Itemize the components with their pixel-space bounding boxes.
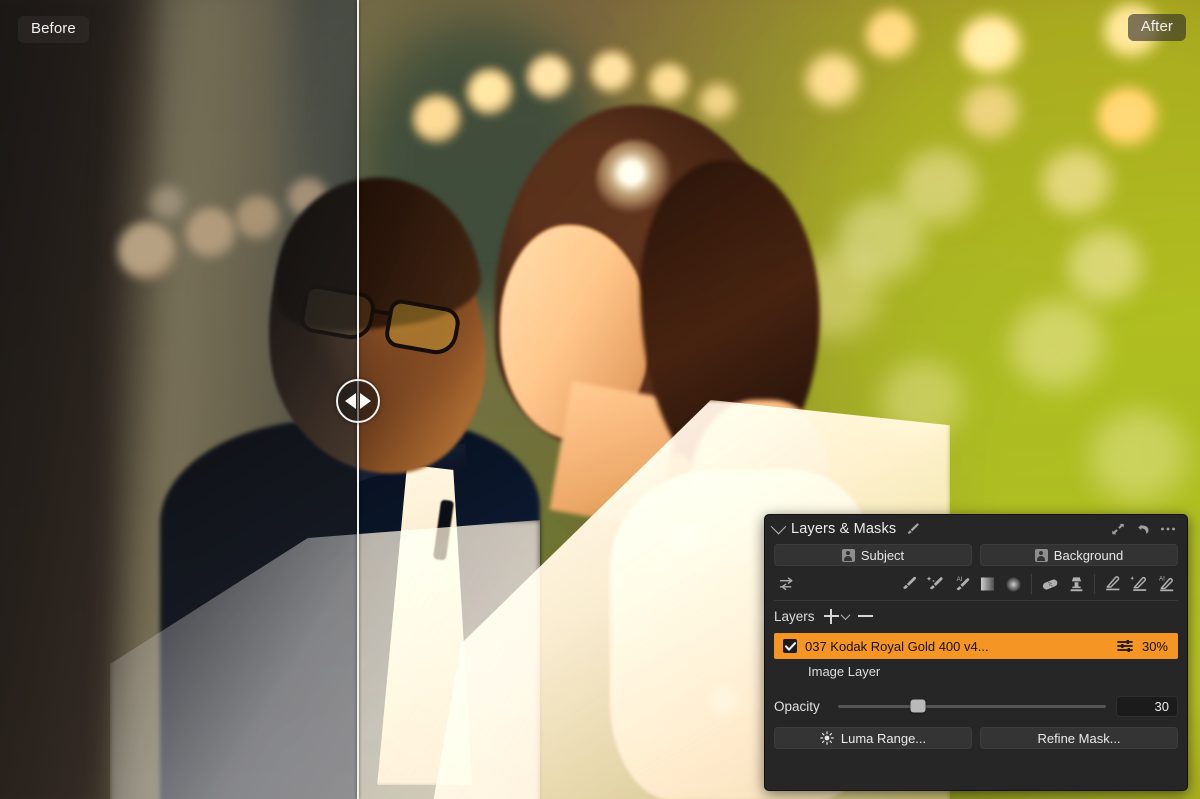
layer-sublabel: Image Layer: [808, 663, 881, 679]
opacity-value-field[interactable]: 30: [1116, 695, 1178, 717]
layer-opacity-value: 30%: [1141, 638, 1168, 654]
layers-header: Layers: [765, 601, 1187, 631]
plus-icon: [823, 608, 839, 624]
panel-header: Layers & Masks: [765, 515, 1187, 543]
svg-text:AI: AI: [1159, 576, 1165, 583]
luma-range-label: Luma Range...: [840, 730, 927, 746]
select-subject-button[interactable]: Subject: [774, 544, 972, 566]
chevron-down-icon[interactable]: [770, 518, 787, 534]
sliders-icon[interactable]: [1117, 639, 1134, 653]
sun-icon: [820, 731, 834, 745]
brush-icon: [903, 521, 921, 537]
opacity-slider[interactable]: [838, 699, 1106, 713]
layers-label: Layers: [774, 608, 815, 624]
layers-and-masks-panel[interactable]: Layers & Masks Subject Background AI AI …: [764, 514, 1188, 791]
ai-eraser-tool-icon[interactable]: AI: [1152, 572, 1178, 596]
magic-eraser-tool-icon[interactable]: [1126, 572, 1152, 596]
mask-tools-toolbar: AI AI: [765, 568, 1187, 600]
mask-options-icon[interactable]: [774, 572, 800, 596]
luma-range-button[interactable]: Luma Range...: [774, 727, 972, 749]
clone-stamp-tool-icon[interactable]: [1063, 572, 1089, 596]
person-icon: [1034, 548, 1048, 562]
person-icon: [841, 548, 855, 562]
after-label: After: [1127, 14, 1186, 41]
before-image: [0, 0, 358, 799]
select-background-label: Background: [1053, 547, 1124, 563]
select-subject-label: Subject: [860, 547, 905, 563]
radial-gradient-mask-icon[interactable]: [1000, 572, 1026, 596]
toolbar-divider: [1094, 574, 1095, 594]
eraser-tool-icon[interactable]: [1100, 572, 1126, 596]
opacity-row: Opacity 30: [765, 691, 1187, 721]
ai-brush-tool-icon[interactable]: AI: [948, 572, 974, 596]
linear-gradient-mask-icon[interactable]: [974, 572, 1000, 596]
toolbar-divider: [1031, 574, 1032, 594]
add-layer-button[interactable]: [823, 608, 850, 624]
before-after-slider-handle[interactable]: [336, 379, 380, 423]
heal-tool-icon[interactable]: [1037, 572, 1063, 596]
expand-panel-icon[interactable]: [1109, 521, 1127, 537]
layer-list: 037 Kodak Royal Gold 400 v4... 30% Image…: [765, 631, 1187, 683]
more-options-icon[interactable]: [1159, 521, 1177, 537]
photo-viewer[interactable]: Before After Layers & Masks Subject Back…: [0, 0, 1200, 799]
layer-visibility-checkbox[interactable]: [783, 639, 797, 653]
remove-layer-button[interactable]: [857, 615, 873, 617]
before-label: Before: [18, 16, 89, 43]
refine-mask-button[interactable]: Refine Mask...: [980, 727, 1178, 749]
opacity-slider-knob[interactable]: [910, 699, 926, 713]
brush-tool-icon[interactable]: [896, 572, 922, 596]
auto-select-buttons: Subject Background: [765, 543, 1187, 566]
reset-icon[interactable]: [1134, 521, 1152, 537]
layer-name: 037 Kodak Royal Gold 400 v4...: [805, 638, 989, 654]
left-arrow-icon: [345, 393, 356, 409]
magic-brush-tool-icon[interactable]: [922, 572, 948, 596]
before-image-clip: [0, 0, 358, 799]
layer-row[interactable]: 037 Kodak Royal Gold 400 v4... 30%: [774, 633, 1178, 659]
opacity-label: Opacity: [774, 698, 820, 714]
panel-title: Layers & Masks: [791, 521, 897, 537]
svg-text:AI: AI: [956, 576, 962, 583]
panel-bottom-buttons: Luma Range... Refine Mask...: [765, 721, 1187, 749]
chevron-down-icon: [840, 609, 850, 620]
select-background-button[interactable]: Background: [980, 544, 1178, 566]
refine-mask-label: Refine Mask...: [1037, 730, 1121, 746]
right-arrow-icon: [360, 393, 371, 409]
